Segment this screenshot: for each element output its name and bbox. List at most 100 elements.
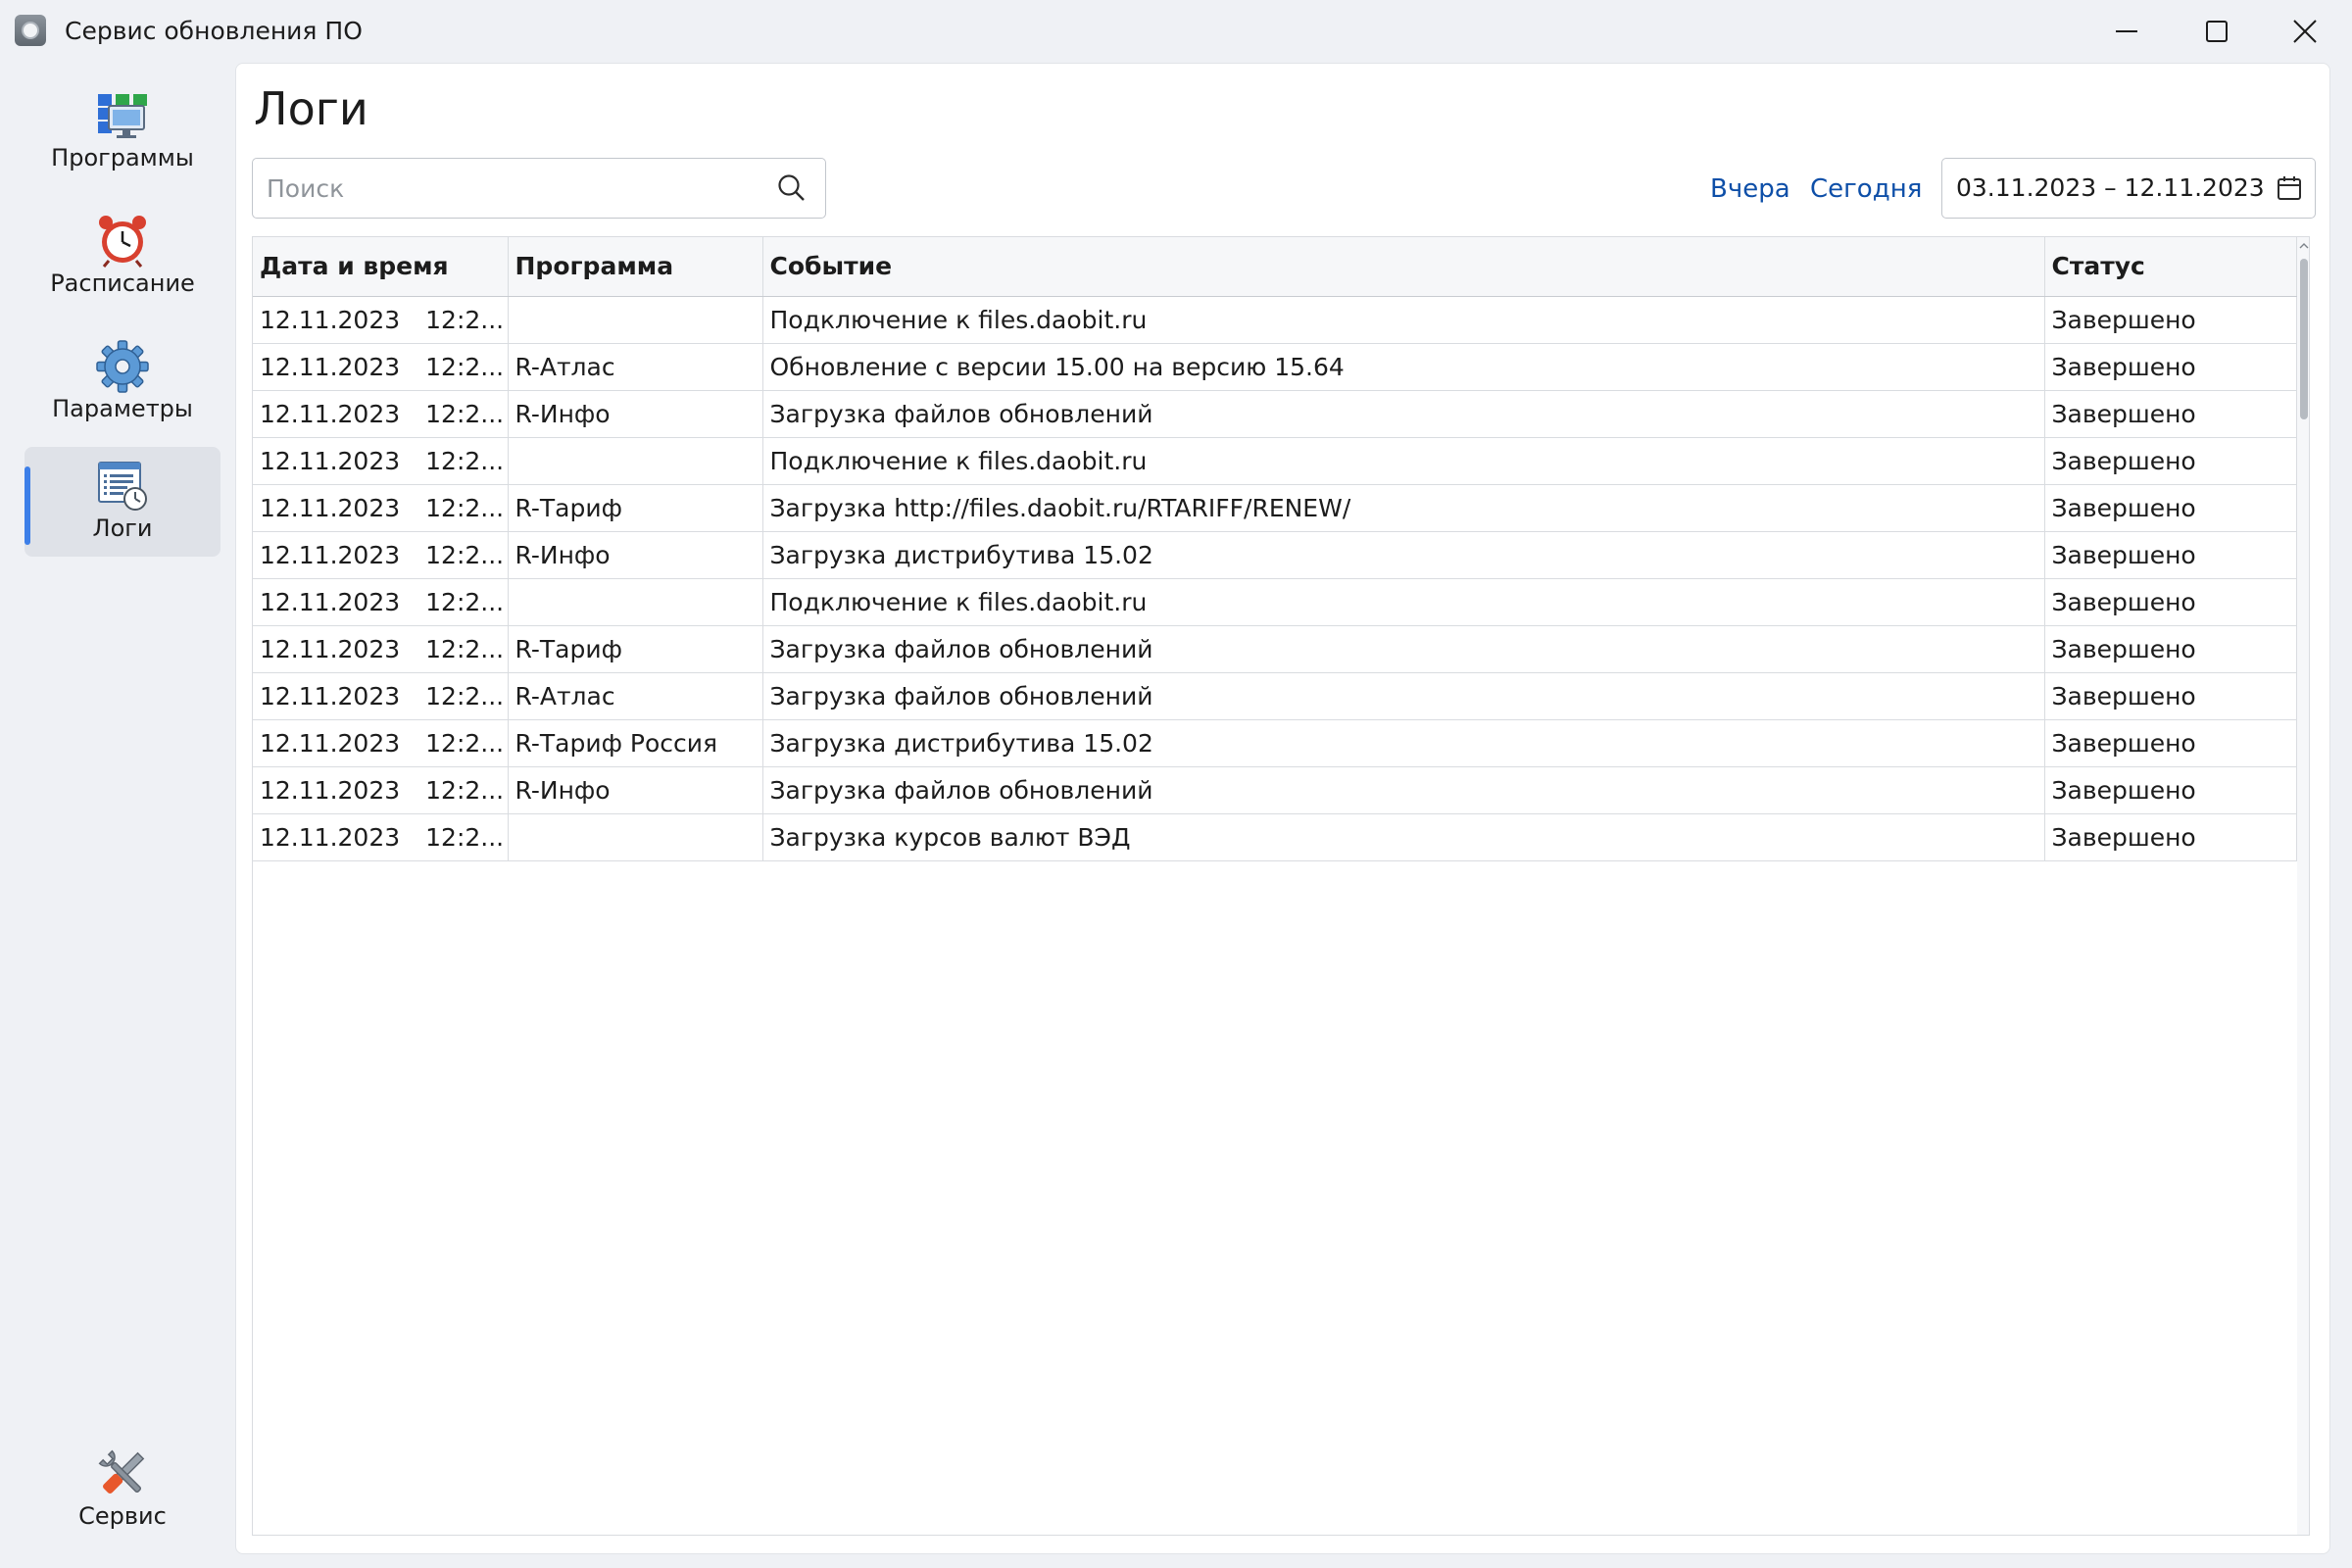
cell-status: Завершено: [2044, 390, 2297, 438]
minimize-icon: [2116, 30, 2137, 32]
column-header-datetime[interactable]: Дата и время: [253, 237, 509, 297]
page-title: Логи: [254, 82, 368, 135]
table-row[interactable]: 12.11.2023 12:2... R-Инфо Загрузка файлов о…: [253, 390, 2297, 438]
cell-event: Подключение к files.daobit.ru: [762, 437, 2045, 485]
cell-status: Завершено: [2044, 531, 2297, 579]
cell-status: Завершено: [2044, 813, 2297, 861]
cell-status: Завершено: [2044, 719, 2297, 767]
sidebar-item-label: Логи: [92, 514, 153, 542]
cell-time: 12:2...: [425, 446, 505, 475]
close-button[interactable]: [2276, 10, 2334, 53]
minimize-button[interactable]: [2097, 10, 2156, 53]
column-header-event[interactable]: Событие: [762, 237, 2045, 297]
cell-program: [508, 296, 763, 344]
cell-program: R-Инфо: [508, 531, 763, 579]
column-header-program[interactable]: Программа: [508, 237, 763, 297]
cell-status: Завершено: [2044, 296, 2297, 344]
sidebar-item-label: Параметры: [52, 395, 193, 422]
cell-time: 12:2...: [425, 352, 505, 381]
title-bar: Сервис обновления ПО: [0, 0, 2352, 63]
cell-datetime: 12.11.2023 12:2...: [253, 531, 509, 579]
sidebar-item-logs[interactable]: Логи: [24, 447, 220, 557]
cell-event: Загрузка курсов валют ВЭД: [762, 813, 2045, 861]
maximize-button[interactable]: [2187, 10, 2246, 53]
cell-event: Подключение к files.daobit.ru: [762, 578, 2045, 626]
cell-program: R-Тариф: [508, 625, 763, 673]
sidebar-item-service[interactable]: Сервис: [24, 1435, 220, 1544]
log-table-grid: Дата и время Программа Событие Статус 12…: [253, 237, 2297, 861]
sidebar-item-programs[interactable]: Программы: [24, 76, 220, 186]
vertical-scrollbar[interactable]: [2297, 237, 2309, 1535]
cell-time: 12:2...: [425, 493, 505, 522]
cell-event: Загрузка файлов обновлений: [762, 625, 2045, 673]
cell-date: 12.11.2023: [260, 634, 401, 663]
column-header-status[interactable]: Статус: [2044, 237, 2297, 297]
cell-date: 12.11.2023: [260, 352, 401, 381]
table-row[interactable]: 12.11.2023 12:2... R-Тариф Загрузка http://…: [253, 484, 2297, 532]
cell-event: Загрузка http://files.daobit.ru/RTARIFF/…: [762, 484, 2045, 532]
scroll-up-arrow-icon[interactable]: [2299, 241, 2309, 251]
cell-event: Обновление с версии 15.00 на версию 15.6…: [762, 343, 2045, 391]
cell-time: 12:2...: [425, 822, 505, 852]
table-header-row: Дата и время Программа Событие Статус: [253, 237, 2297, 297]
cell-time: 12:2...: [425, 681, 505, 710]
search-box[interactable]: [252, 158, 826, 219]
cell-date: 12.11.2023: [260, 728, 401, 758]
search-input[interactable]: [267, 169, 757, 208]
logs-icon: [98, 462, 147, 511]
sidebar-item-label: Расписание: [50, 270, 195, 297]
cell-program: [508, 578, 763, 626]
window-title: Сервис обновления ПО: [65, 17, 363, 45]
cell-status: Завершено: [2044, 578, 2297, 626]
cell-datetime: 12.11.2023 12:2...: [253, 813, 509, 861]
main-panel: Логи Вчера Сегодня 03.11.2023 – 12.11.20…: [235, 63, 2330, 1554]
cell-time: 12:2...: [425, 540, 505, 569]
sidebar-item-label: Программы: [51, 144, 194, 172]
cell-program: [508, 437, 763, 485]
cell-date: 12.11.2023: [260, 681, 401, 710]
sidebar-item-schedule[interactable]: Расписание: [24, 202, 220, 312]
cell-date: 12.11.2023: [260, 822, 401, 852]
calendar-icon[interactable]: [2276, 174, 2303, 202]
maximize-icon: [2206, 21, 2228, 42]
cell-event: Загрузка файлов обновлений: [762, 672, 2045, 720]
programs-icon: [98, 94, 147, 138]
table-row[interactable]: 12.11.2023 12:2... R-Атлас Загрузка файлов …: [253, 672, 2297, 720]
table-row[interactable]: 12.11.2023 12:2... R-Инфо Загрузка дистрибу…: [253, 531, 2297, 579]
table-row[interactable]: 12.11.2023 12:2... Подключение к files.dao…: [253, 437, 2297, 485]
cell-date: 12.11.2023: [260, 305, 401, 334]
alarm-clock-icon: [99, 216, 146, 268]
yesterday-link[interactable]: Вчера: [1710, 173, 1790, 205]
gear-icon: [96, 340, 149, 393]
cell-datetime: 12.11.2023 12:2...: [253, 672, 509, 720]
sidebar-item-settings[interactable]: Параметры: [24, 327, 220, 437]
cell-datetime: 12.11.2023 12:2...: [253, 766, 509, 814]
cell-datetime: 12.11.2023 12:2...: [253, 390, 509, 438]
table-row[interactable]: 12.11.2023 12:2... R-Атлас Обновление с вер…: [253, 343, 2297, 391]
table-row[interactable]: 12.11.2023 12:2... R-Тариф Загрузка файлов …: [253, 625, 2297, 673]
cell-date: 12.11.2023: [260, 587, 401, 616]
search-icon[interactable]: [776, 172, 808, 204]
cell-program: R-Инфо: [508, 766, 763, 814]
cell-program: R-Тариф: [508, 484, 763, 532]
cell-event: Подключение к files.daobit.ru: [762, 296, 2045, 344]
cell-datetime: 12.11.2023 12:2...: [253, 296, 509, 344]
cell-date: 12.11.2023: [260, 775, 401, 805]
cell-program: R-Инфо: [508, 390, 763, 438]
table-row[interactable]: 12.11.2023 12:2... Загрузка курсов валют В…: [253, 813, 2297, 861]
app-icon: [15, 15, 46, 46]
scrollbar-thumb[interactable]: [2300, 259, 2308, 419]
cell-event: Загрузка файлов обновлений: [762, 390, 2045, 438]
cell-date: 12.11.2023: [260, 446, 401, 475]
table-row[interactable]: 12.11.2023 12:2... Подключение к files.dao…: [253, 296, 2297, 344]
cell-status: Завершено: [2044, 625, 2297, 673]
cell-datetime: 12.11.2023 12:2...: [253, 343, 509, 391]
cell-datetime: 12.11.2023 12:2...: [253, 719, 509, 767]
table-row[interactable]: 12.11.2023 12:2... Подключение к files.dao…: [253, 578, 2297, 626]
table-row[interactable]: 12.11.2023 12:2... R-Инфо Загрузка файлов о…: [253, 766, 2297, 814]
cell-program: R-Атлас: [508, 343, 763, 391]
table-row[interactable]: 12.11.2023 12:2... R-Тариф Россия Загрузка …: [253, 719, 2297, 767]
cell-time: 12:2...: [425, 587, 505, 616]
today-link[interactable]: Сегодня: [1810, 173, 1922, 205]
date-range-picker[interactable]: 03.11.2023 – 12.11.2023: [1941, 158, 2316, 219]
